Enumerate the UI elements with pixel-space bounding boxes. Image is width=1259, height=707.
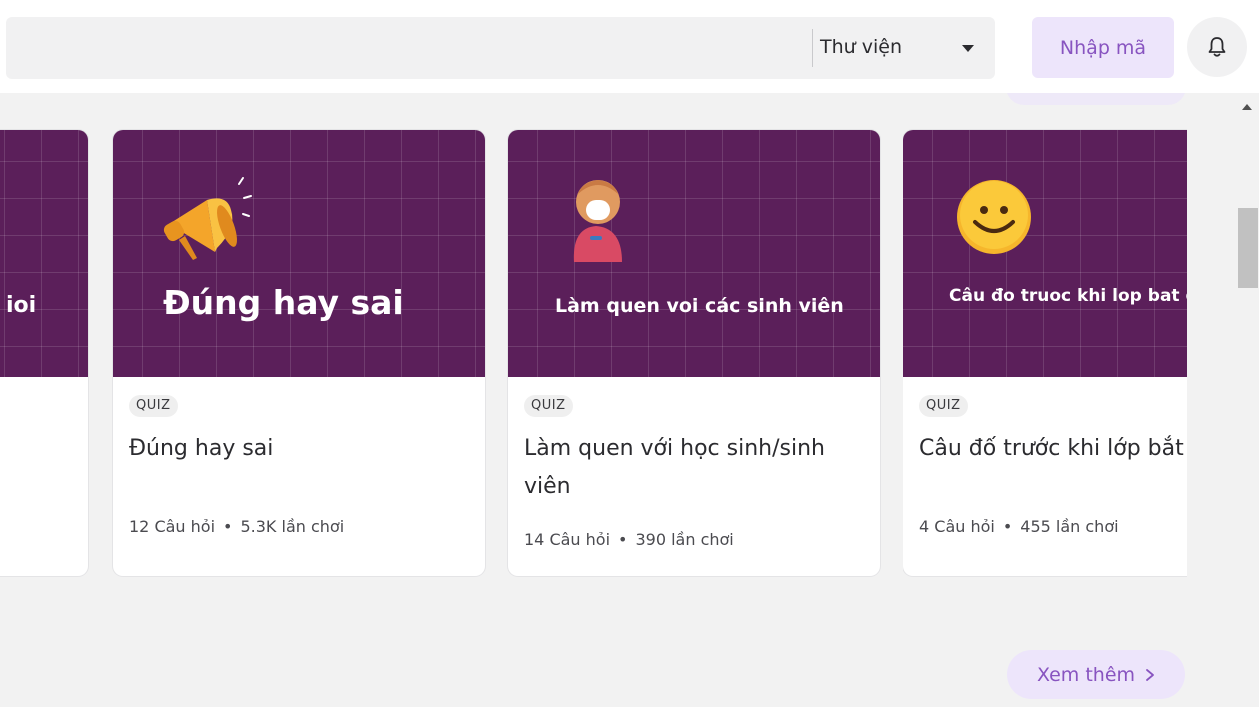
card-banner: ioi [0,130,88,377]
card-meta: 4 Câu hỏi • 455 lần chơi [919,517,1119,536]
card-title: Làm quen với học sinh/sinh viên [524,436,825,499]
banner-title: Câu đo truoc khi lop bat dau [949,286,1187,306]
play-count: 5.3K lần chơi [240,517,345,536]
megaphone-icon [163,177,252,260]
divider [812,29,813,67]
content-area: ioi Đúng hay sai QUIZ Đúng hay sai 12 Câ… [0,93,1236,707]
library-dropdown-label: Thư viện [820,36,902,58]
card-title: Đúng hay sai [129,436,274,461]
quiz-tag: QUIZ [129,395,178,417]
card-clip: Câu đo truoc khi lop bat dau QUIZ Câu đố… [903,93,1187,693]
see-more-label: Xem thêm [1036,663,1136,686]
quiz-card[interactable]: Câu đo truoc khi lop bat dau QUIZ Câu đố… [903,130,1187,576]
card-banner: Đúng hay sai [113,130,485,377]
card-title: Câu đố trước khi lớp bắt đầu [919,436,1187,461]
quiz-card[interactable]: Đúng hay sai QUIZ Đúng hay sai 12 Câu hỏ… [113,130,485,576]
banner-title: Đúng hay sai [163,283,404,322]
banner-title: Làm quen voi các sinh viên [555,295,844,317]
card-banner: Câu đo truoc khi lop bat dau [903,130,1187,377]
question-count: 4 Câu hỏi [919,517,995,536]
banner-title: ioi [6,293,37,318]
quiz-tag: QUIZ [524,395,573,417]
separator: • [1002,517,1013,536]
play-count: 390 lần chơi [635,530,734,549]
scrollbar[interactable] [1236,93,1259,707]
card-meta: 14 Câu hỏi • 390 lần chơi [524,530,734,549]
separator: • [618,530,628,549]
question-count: 12 Câu hỏi [129,517,216,536]
quiz-tag: QUIZ [919,395,968,417]
play-count: 455 lần chơi [1020,517,1119,536]
scrollbar-thumb[interactable] [1238,208,1258,288]
join-code-button[interactable]: Nhập mã [1032,17,1174,78]
student-icon [573,180,622,262]
smiley-icon [957,180,1031,254]
caret-down-icon [962,45,974,52]
chevron-right-icon [1146,668,1154,681]
separator: • [223,517,233,536]
see-more-button[interactable]: Xem thêm [1007,650,1185,699]
notifications-button[interactable] [1187,17,1247,77]
quiz-card[interactable]: Làm quen voi các sinh viên QUIZ Làm quen… [508,130,880,576]
bell-icon [1208,37,1226,57]
scroll-up-arrow[interactable] [1242,104,1252,110]
question-count: 14 Câu hỏi [524,530,611,549]
top-bar: Thư viện Nhập mã [0,0,1259,93]
quiz-card[interactable]: ioi [0,130,88,576]
card-banner: Làm quen voi các sinh viên [508,130,880,377]
card-meta: 12 Câu hỏi • 5.3K lần chơi [129,517,344,536]
